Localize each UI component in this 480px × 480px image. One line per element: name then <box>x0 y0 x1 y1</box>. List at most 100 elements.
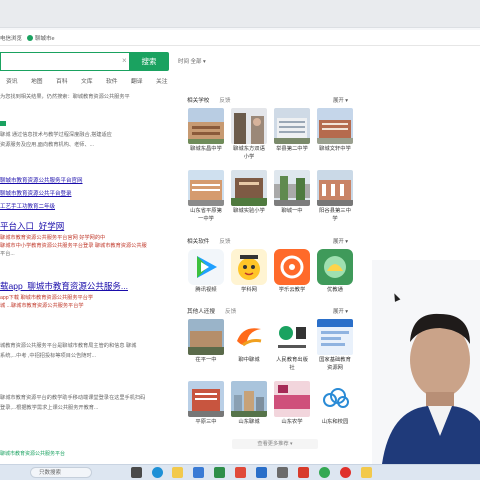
related-search-card[interactable]: 山东和校园 <box>317 381 353 427</box>
app-icon[interactable] <box>235 467 246 478</box>
tab-map[interactable]: 地图 <box>31 76 43 85</box>
bookmark-label: 聊城市e <box>35 36 55 42</box>
school-card[interactable]: 聊城一中 <box>274 170 310 216</box>
tab-baike[interactable]: 百科 <box>56 76 68 85</box>
related-search-card[interactable]: 平原三中 <box>188 381 224 427</box>
feedback-link[interactable]: 反馈 <box>225 309 236 315</box>
app-icon[interactable] <box>214 467 225 478</box>
card-caption: 国家基础教育资源网 <box>319 357 351 371</box>
tencent-video-icon <box>188 249 224 285</box>
result-tabs: 资讯 地图 百科 文库 软件 翻译 关注 <box>0 76 200 88</box>
school-card[interactable]: 聊城文轩中学 <box>317 108 353 154</box>
card-caption: 腾讯视频 <box>195 287 217 293</box>
school-building-image <box>274 108 310 144</box>
related-search-card[interactable]: 人民教育出版社 <box>274 319 310 372</box>
tab-wenku[interactable]: 文库 <box>81 76 93 85</box>
school-building-image <box>231 170 267 206</box>
card-caption: 人民教育出版社 <box>276 357 308 371</box>
result-badge <box>0 121 6 126</box>
app-card[interactable]: 学乐云教学 <box>274 249 310 295</box>
card-caption: 茌平一中 <box>195 357 217 363</box>
card-caption: 学乐云教学 <box>278 287 306 293</box>
school-card[interactable]: 举县第二中学 <box>274 108 310 154</box>
related-search-card[interactable]: 山东农学 <box>274 381 310 427</box>
section-header: 其他人还搜 反馈 <box>187 307 236 315</box>
more-recommendations-button[interactable]: 查看更多推荐 ▾ <box>232 439 318 449</box>
tab-translate[interactable]: 翻译 <box>131 76 143 85</box>
school-card[interactable]: 阳谷县第三中学 <box>317 170 353 223</box>
school-building-image <box>188 108 224 144</box>
result-snippet: 城 ...聊城市教育资源公共服务平台学 <box>0 303 84 309</box>
result-snippet: 聊城市教育资源公共服务平台官网 好学网的中 <box>0 235 106 241</box>
feedback-link[interactable]: 反馈 <box>219 98 230 104</box>
xuele-app-icon <box>274 249 310 285</box>
presenter-video-overlay <box>372 260 480 464</box>
school-card[interactable]: 山东省平原第一中学 <box>188 170 224 223</box>
result-snippet: app下载 聊城市教育资源公共服务平台学 <box>0 295 94 301</box>
related-link[interactable]: 工艺手工功教育二年级 <box>0 202 170 210</box>
section-title: 相关软件 <box>187 239 210 245</box>
related-search-card[interactable]: 茌平一中 <box>188 319 224 365</box>
time-filter[interactable]: 时间 全部 ▾ <box>178 57 206 65</box>
taskbar: 只数搜索 <box>0 464 480 480</box>
tab-news[interactable]: 资讯 <box>6 76 18 85</box>
app-icon[interactable] <box>277 467 288 478</box>
card-caption: 聊城一中 <box>281 208 303 214</box>
school-building-image <box>188 381 224 417</box>
bookmark-item[interactable]: 聊城市e <box>27 34 55 42</box>
app-card[interactable]: 优教通 <box>317 249 353 295</box>
related-search-card[interactable]: 国家基础教育资源网 <box>317 319 353 372</box>
related-link[interactable]: 聊城市教育资源公共平台登录 <box>0 189 170 197</box>
clear-icon[interactable]: × <box>122 56 127 65</box>
section-title: 相关学校 <box>187 98 210 104</box>
school-card[interactable]: 聊城实验小学 <box>231 170 267 216</box>
school-building-image <box>317 170 353 206</box>
result-title[interactable]: 载app_聊城市教育资源公共服务... <box>0 280 170 292</box>
task-view-icon[interactable] <box>131 467 142 478</box>
word-icon[interactable] <box>256 467 267 478</box>
search-button[interactable]: 搜索 <box>129 52 169 71</box>
folder-icon[interactable] <box>361 467 372 478</box>
result-snippet: 聊城 通过信息技术与教学过程深度融合,搭建适应 <box>0 132 112 138</box>
result-snippet: 平台... <box>0 251 15 257</box>
related-link[interactable]: 聊城市教育资源公共服务平台官网 <box>0 176 170 184</box>
china-text-image <box>274 381 310 417</box>
taskbar-search[interactable]: 只数搜索 <box>30 467 92 478</box>
expand-link[interactable]: 展开 ▾ <box>333 307 348 315</box>
result-url[interactable]: 聊城市教育资源公共服务平台 <box>0 450 170 457</box>
feedback-link[interactable]: 反馈 <box>219 239 230 245</box>
edge-browser-icon[interactable] <box>152 467 163 478</box>
card-caption: 聊城文轩中学 <box>319 146 351 152</box>
section-title: 其他人还搜 <box>187 309 215 315</box>
store-icon[interactable] <box>193 467 204 478</box>
search-input[interactable] <box>0 52 130 71</box>
app-icon[interactable] <box>340 467 351 478</box>
orange-swirl-logo <box>231 319 267 355</box>
school-card[interactable]: 聊城东昌中学 <box>188 108 224 154</box>
card-caption: 聊城东方双语小学 <box>233 146 265 160</box>
result-title[interactable]: 平台入口_好学网 <box>0 220 170 232</box>
card-caption: 聊城实验小学 <box>233 208 265 214</box>
result-snippet: 资源服务及应用,面向教育机构、老师、... <box>0 142 94 148</box>
browser-icon[interactable] <box>319 467 330 478</box>
app-card[interactable]: 腾讯视频 <box>188 249 224 295</box>
app-card[interactable]: 学科网 <box>231 249 267 295</box>
school-building-image <box>317 108 353 144</box>
tab-follow[interactable]: 关注 <box>156 76 168 85</box>
expand-link[interactable]: 展开 ▾ <box>333 237 348 245</box>
result-snippet: 聊城市教育资源平台的教学助手移动端课堂登录在这里手机扫码 <box>0 395 146 401</box>
tab-software[interactable]: 软件 <box>106 76 118 85</box>
related-search-card[interactable]: 山东聊城 <box>231 381 267 427</box>
youjiaotong-app-icon <box>317 249 353 285</box>
file-explorer-icon[interactable] <box>172 467 183 478</box>
card-caption: 举县第二中学 <box>276 146 308 152</box>
school-card[interactable]: 聊城东方双语小学 <box>231 108 267 161</box>
campus-image <box>188 319 224 355</box>
xueke-app-icon <box>231 249 267 285</box>
cloud-logo <box>317 381 353 417</box>
wps-icon[interactable] <box>298 467 309 478</box>
bookmark-item[interactable]: 电信浏览 <box>0 34 22 42</box>
expand-link[interactable]: 展开 ▾ <box>333 96 348 104</box>
related-search-card[interactable]: 聊中聊城 <box>231 319 267 365</box>
bookmarks-bar: 电信浏览 聊城市e <box>0 30 480 46</box>
